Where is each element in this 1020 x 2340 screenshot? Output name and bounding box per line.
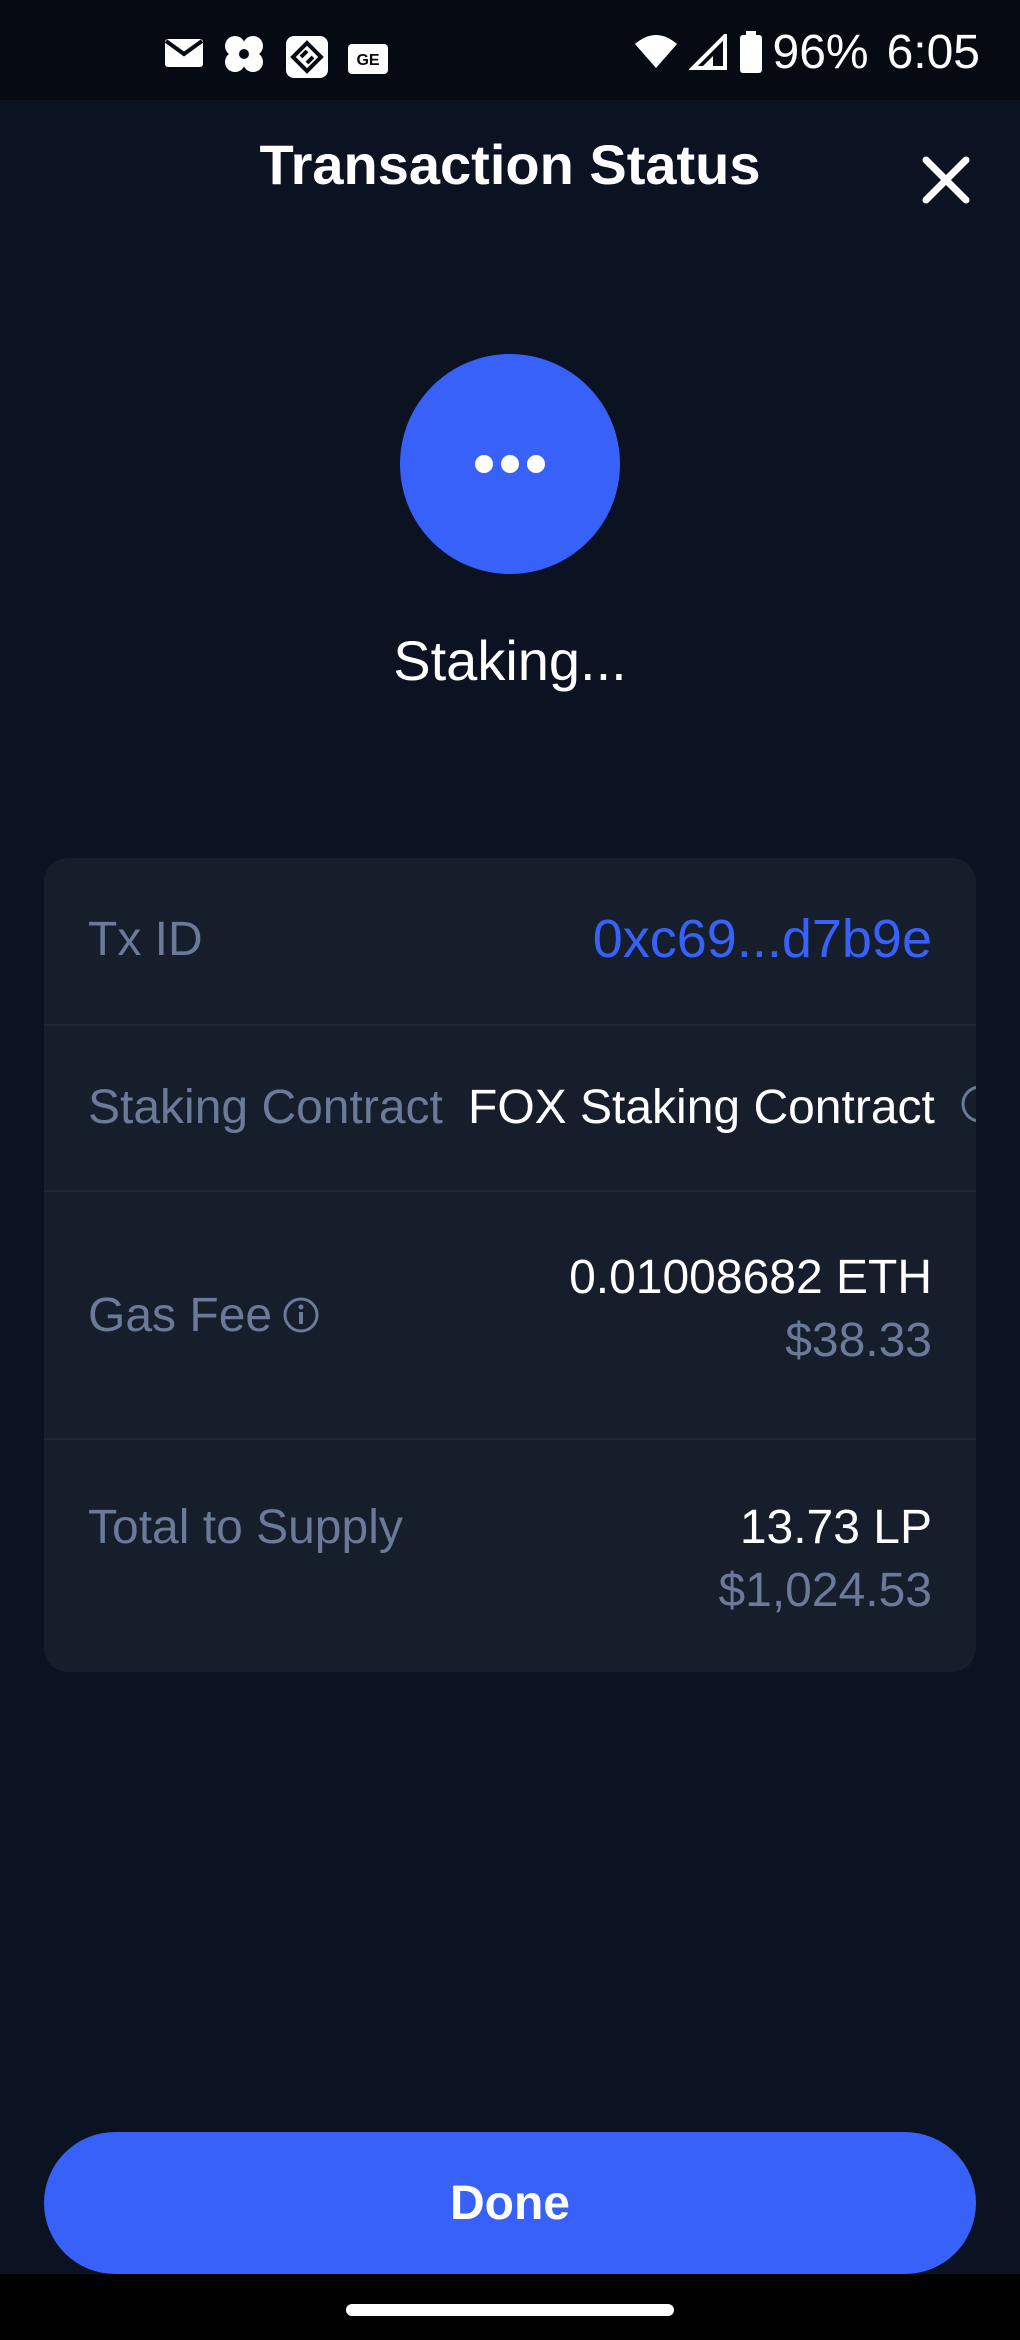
battery-percentage: 96% — [772, 25, 869, 79]
gas-fee-label-group: Gas Fee — [88, 1288, 320, 1346]
pinwheel-app-icon — [222, 34, 266, 79]
info-icon[interactable] — [282, 1291, 320, 1346]
ge-app-icon: GE — [348, 44, 388, 79]
navigation-bar — [0, 2274, 1020, 2340]
status-text: Staking... — [393, 629, 627, 692]
total-supply-values: 13.73 LP $1,024.53 — [718, 1500, 932, 1618]
tx-id-row: Tx ID 0xc69...d7b9e — [44, 858, 976, 1026]
wifi-icon — [634, 35, 677, 68]
battery-icon — [739, 31, 762, 73]
home-indicator[interactable] — [346, 2304, 674, 2316]
svg-text:GE: GE — [356, 52, 379, 69]
transaction-status-screen: GE 96% 6:05 Transaction Status Staking..… — [0, 0, 1020, 2340]
status-indicator — [400, 354, 620, 574]
gas-fee-row: Gas Fee 0.01008682 ETH $38.33 — [44, 1190, 976, 1440]
staking-contract-value: FOX Staking Contract — [468, 1081, 935, 1134]
info-icon[interactable] — [960, 1084, 976, 1124]
signal-icon — [688, 34, 727, 70]
staking-contract-row: Staking Contract FOX Staking Contract — [44, 1024, 976, 1192]
transaction-details-card: Tx ID 0xc69...d7b9e Staking Contract FOX… — [44, 858, 976, 1672]
total-supply-fiat: $1,024.53 — [718, 1564, 932, 1617]
gas-fee-crypto: 0.01008682 ETH — [569, 1251, 932, 1304]
total-supply-crypto: 13.73 LP — [739, 1501, 932, 1554]
page-title: Transaction Status — [259, 133, 761, 196]
gas-fee-values: 0.01008682 ETH $38.33 — [569, 1250, 932, 1368]
clock: 6:05 — [886, 25, 980, 79]
tx-id-link[interactable]: 0xc69...d7b9e — [593, 908, 932, 970]
total-supply-row: Total to Supply 13.73 LP $1,024.53 — [44, 1438, 976, 1672]
done-button[interactable]: Done — [44, 2132, 976, 2274]
ellipsis-icon — [475, 455, 545, 473]
staking-contract-label: Staking Contract — [88, 1081, 443, 1134]
status-bar-right: 96% 6:05 — [633, 22, 980, 82]
status-bar: GE 96% 6:05 — [0, 0, 1020, 100]
total-supply-label: Total to Supply — [88, 1501, 403, 1554]
gas-fee-label: Gas Fee — [88, 1289, 273, 1342]
ledger-app-icon — [286, 36, 328, 83]
mail-icon — [164, 38, 204, 73]
tx-id-label: Tx ID — [88, 913, 203, 966]
gas-fee-fiat: $38.33 — [785, 1314, 932, 1367]
close-icon — [922, 156, 970, 204]
close-button[interactable] — [916, 150, 976, 210]
